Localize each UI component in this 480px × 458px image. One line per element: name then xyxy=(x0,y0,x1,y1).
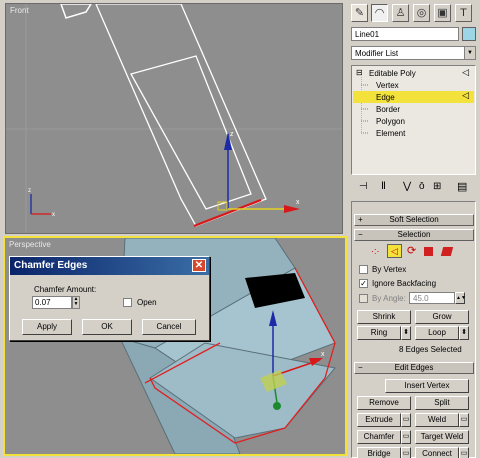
remove-modifier-icon[interactable]: ō xyxy=(419,181,425,192)
stack-toolbar: ⊣ Ⅱ ⋁ ō ⊞ ▤ xyxy=(351,178,476,194)
object-color-swatch[interactable] xyxy=(462,27,476,41)
border-mode-icon[interactable]: ⟳ xyxy=(407,244,416,257)
by-angle-checkbox[interactable] xyxy=(359,294,368,303)
cancel-button[interactable]: Cancel xyxy=(142,319,196,335)
edit-edges-rollout[interactable]: − Edit Edges xyxy=(354,362,474,374)
modifier-stack: ⊟ Editable Poly ◁ Vertex Edge ◁ Border P… xyxy=(351,65,476,175)
loop-button[interactable]: Loop xyxy=(415,326,459,340)
selection-title: Selection xyxy=(397,230,431,239)
dialog-title: Chamfer Edges xyxy=(14,260,88,271)
soft-selection-rollout[interactable]: + Soft Selection xyxy=(354,214,474,226)
make-unique-icon[interactable]: ⋁ xyxy=(403,181,411,192)
dialog-title-bar[interactable]: Chamfer Edges ✕ xyxy=(10,257,209,275)
hierarchy-tab-icon[interactable]: ♙ xyxy=(392,4,409,22)
create-tab-icon[interactable]: ✎ xyxy=(351,4,368,22)
polygon-mode-icon[interactable] xyxy=(424,247,433,256)
remove-button[interactable]: Remove xyxy=(357,396,411,410)
by-angle-label: By Angle: xyxy=(372,294,406,303)
bridge-settings-icon[interactable]: ▭ xyxy=(401,447,411,458)
modifier-list-label: Modifier List xyxy=(355,49,399,58)
chamfer-edges-dialog: Chamfer Edges ✕ Chamfer Amount: 0.07 ▲ ▼ … xyxy=(9,256,210,341)
ignore-backfacing-label: Ignore Backfacing xyxy=(372,279,437,288)
object-outline xyxy=(95,4,267,227)
connect-settings-icon[interactable]: ▭ xyxy=(459,447,469,458)
weld-settings-icon[interactable]: ▭ xyxy=(459,413,469,427)
edge-mode-button-icon[interactable]: ◁ xyxy=(387,244,402,258)
by-vertex-label: By Vertex xyxy=(372,265,407,274)
perspective-viewport-label[interactable]: Perspective xyxy=(9,240,51,249)
extrude-button[interactable]: Extrude xyxy=(357,413,401,427)
shrink-button[interactable]: Shrink xyxy=(357,310,411,324)
svg-text:x: x xyxy=(296,199,300,206)
expand-icon[interactable]: ⊟ xyxy=(356,68,363,77)
svg-text:x: x xyxy=(321,351,325,358)
apply-button[interactable]: Apply xyxy=(22,319,72,335)
selection-rollout[interactable]: − Selection xyxy=(354,229,474,241)
pin-icon[interactable]: ◁ xyxy=(462,67,469,78)
loop-spinner[interactable]: ⬍ xyxy=(459,326,469,340)
connect-button[interactable]: Connect xyxy=(415,447,459,458)
svg-text:z: z xyxy=(28,188,31,194)
configure-icon[interactable]: ▤ xyxy=(457,180,467,193)
modify-tab-icon[interactable]: ◠ xyxy=(371,4,388,22)
display-tab-icon[interactable]: ▣ xyxy=(434,4,451,22)
motion-tab-icon[interactable]: ◎ xyxy=(413,4,430,22)
command-panel: ✎ ◠ ♙ ◎ ▣ T Line01 Modifier List ▼ ⊟ Edi… xyxy=(349,0,480,458)
modifier-list-dropdown[interactable]: Modifier List ▼ xyxy=(351,46,476,60)
soft-selection-title: Soft Selection xyxy=(389,215,439,224)
svg-text:x: x xyxy=(52,212,55,218)
stack-item-edge-highlight xyxy=(353,91,474,103)
pin-stack-icon[interactable]: ⊣ xyxy=(359,181,368,192)
stack-item-edge[interactable]: Edge xyxy=(376,93,395,102)
svg-text:z: z xyxy=(230,131,234,138)
ignore-backfacing-checkbox[interactable]: ✓ xyxy=(359,279,368,288)
split-button[interactable]: Split xyxy=(415,396,469,410)
stack-item-border[interactable]: Border xyxy=(376,105,400,114)
close-button[interactable]: ✕ xyxy=(192,259,206,272)
extrude-settings-icon[interactable]: ▭ xyxy=(401,413,411,427)
open-checkbox[interactable] xyxy=(123,298,132,307)
stack-tree-lines xyxy=(361,77,369,134)
stack-item-element[interactable]: Element xyxy=(376,129,405,138)
object-name-field[interactable]: Line01 xyxy=(351,27,459,41)
weld-button[interactable]: Weld xyxy=(415,413,459,427)
grow-button[interactable]: Grow xyxy=(415,310,469,324)
ok-button[interactable]: OK xyxy=(82,319,132,335)
stack-item-polygon[interactable]: Polygon xyxy=(376,117,405,126)
utilities-tab-icon[interactable]: T xyxy=(455,4,472,22)
edit-edges-title: Edit Edges xyxy=(394,363,434,372)
object-outline-top xyxy=(60,4,92,19)
by-vertex-checkbox[interactable] xyxy=(359,265,368,274)
by-angle-spinner[interactable]: ▲▼ xyxy=(455,292,466,304)
target-weld-button[interactable]: Target Weld xyxy=(415,430,469,444)
front-viewport-label[interactable]: Front xyxy=(10,6,29,15)
open-label: Open xyxy=(137,298,157,307)
show-end-result-icon[interactable]: Ⅱ xyxy=(381,181,386,192)
chamfer-amount-input[interactable]: 0.07 xyxy=(32,296,72,309)
by-angle-input[interactable]: 45.0 xyxy=(409,292,455,304)
stack-item-editable-poly[interactable]: Editable Poly xyxy=(369,69,416,78)
chamfer-settings-icon[interactable]: ▭ xyxy=(401,430,411,444)
front-viewport-canvas: z x z x xyxy=(6,4,342,233)
selection-status: 8 Edges Selected xyxy=(399,345,462,354)
chamfer-amount-label: Chamfer Amount: xyxy=(34,285,97,294)
insert-vertex-button[interactable]: Insert Vertex xyxy=(385,379,469,393)
front-viewport[interactable]: z x z x Front xyxy=(5,3,343,234)
chamfer-button[interactable]: Chamfer xyxy=(357,430,401,444)
chevron-down-icon[interactable]: ▼ xyxy=(464,47,475,59)
bridge-button[interactable]: Bridge xyxy=(357,447,401,458)
ring-button[interactable]: Ring xyxy=(357,326,401,340)
stack-item-vertex[interactable]: Vertex xyxy=(376,81,399,90)
configure-modifier-sets-icon[interactable]: ⊞ xyxy=(433,181,441,192)
chamfer-amount-spinner[interactable]: ▲ ▼ xyxy=(72,296,80,309)
ring-spinner[interactable]: ⬍ xyxy=(401,326,411,340)
vertex-mode-icon[interactable]: ·:· xyxy=(371,246,380,256)
edge-mode-icon: ◁ xyxy=(462,90,469,100)
